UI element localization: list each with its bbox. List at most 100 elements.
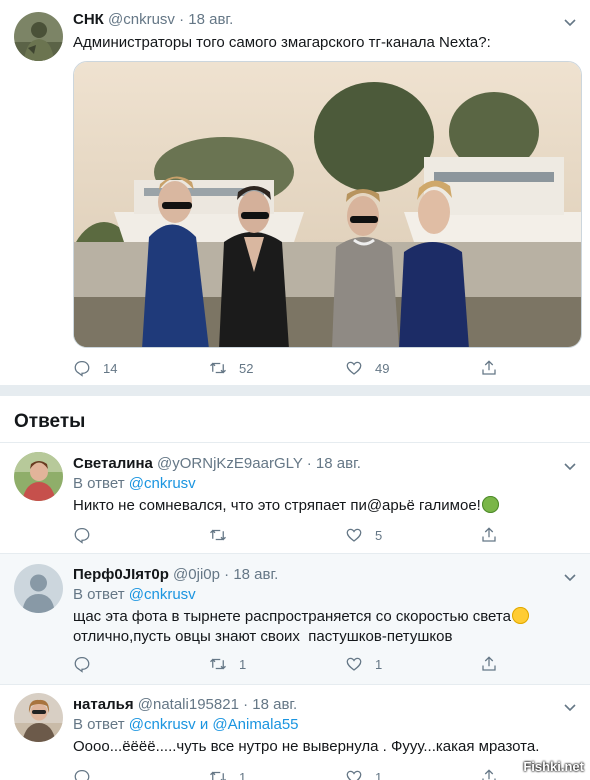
reply-button[interactable] [73,525,91,545]
chevron-down-icon[interactable] [562,699,578,715]
heart-icon [346,770,362,780]
share-button[interactable] [480,654,498,674]
tweet-actions: 1 1 [73,767,503,780]
retweet-icon [210,771,226,780]
like-button[interactable]: 1 [345,654,382,674]
chevron-down-icon[interactable] [562,458,578,474]
retweet-button[interactable] [209,525,227,545]
reply-tweet[interactable]: Светалина @yORNjKzE9aarGLY · 18 авг. В о… [0,443,590,553]
tweet-header: наталья @natali195821 · 18 авг. [73,696,297,713]
tweet-text: Администраторы того самого змагарского т… [73,34,491,51]
author-handle[interactable]: @cnkrusv [108,11,175,28]
reply-icon [74,656,90,673]
reply-icon [74,360,90,377]
author-name[interactable]: Перф0JIят0р [73,566,169,583]
share-button[interactable] [480,525,498,545]
separator-dot: · [243,696,249,713]
tweet-header: Перф0JIят0р @0ji0p · 18 авг. [73,566,278,583]
reply-prefix: В ответ [73,716,125,733]
heart-icon [346,528,362,542]
retweet-button[interactable]: 1 [209,767,246,780]
author-handle[interactable]: @natali195821 [138,696,239,713]
tweet-text-line: щас эта фота в тырнете распространяется … [73,608,511,625]
author-handle[interactable]: @0ji0p [173,566,220,583]
tweet-date[interactable]: 18 авг. [188,11,233,28]
separator-dot: · [306,455,312,472]
retweet-icon [210,362,226,374]
nauseated-face-emoji-icon [481,496,499,513]
mention-link[interactable]: @cnkrusv [129,475,196,492]
reply-tweet[interactable]: Перф0JIят0р @0ji0p · 18 авг. В ответ @cn… [0,554,590,684]
reply-context: В ответ @cnkrusv [73,586,196,603]
like-button[interactable]: 5 [345,525,382,545]
reply-button[interactable]: 14 [73,358,117,378]
avatar[interactable] [14,452,63,501]
like-button[interactable]: 1 [345,767,382,780]
watermark: Fishki.net [523,759,584,774]
tweet-date[interactable]: 18 авг. [252,696,297,713]
retweet-icon [210,658,226,670]
mention-link[interactable]: @cnkrusv [129,716,196,733]
tweet-text: щас эта фота в тырнете распространяется … [73,607,529,647]
reply-and: и [199,716,209,733]
retweet-count: 52 [239,360,254,376]
grinning-face-emoji-icon [511,607,529,624]
reply-icon [74,527,90,544]
share-button[interactable] [480,767,498,780]
tweet-actions: 1 1 [73,654,503,674]
heart-icon [346,657,362,671]
tweet-actions: 14 52 49 [73,358,503,378]
main-tweet[interactable]: СНК @cnkrusv · 18 авг. Администраторы то… [0,0,590,385]
share-icon [482,527,496,542]
reply-count: 14 [103,360,118,376]
like-button[interactable]: 49 [345,358,389,378]
answers-heading: Ответы [14,411,86,432]
like-count: 5 [375,527,383,543]
retweet-button[interactable]: 1 [209,654,246,674]
tweet-actions: 5 [73,525,503,545]
tweet-text-line: Никто не сомневался, что это стряпает пи… [73,497,481,514]
tweet-header: СНК @cnkrusv · 18 авг. [73,11,233,28]
reply-context: В ответ @cnkrusv [73,475,196,492]
author-name[interactable]: наталья [73,696,134,713]
tweet-header: Светалина @yORNjKzE9aarGLY · 18 авг. [73,455,361,472]
separator-dot: · [179,11,185,28]
mention-link[interactable]: @cnkrusv [129,586,196,603]
tweet-date[interactable]: 18 авг. [316,455,361,472]
author-handle[interactable]: @yORNjKzE9aarGLY [157,455,303,472]
like-count: 1 [375,656,383,672]
mention-link[interactable]: @Animala55 [212,716,298,733]
share-icon [482,656,496,671]
reply-button[interactable] [73,767,91,780]
author-name[interactable]: Светалина [73,455,153,472]
reply-prefix: В ответ [73,586,125,603]
tweet-text: Оооо...ёёёё.....чуть все нутро не выверн… [73,738,540,755]
chevron-down-icon[interactable] [562,569,578,585]
like-count: 1 [375,769,383,780]
like-count: 49 [375,360,390,376]
tweet-text-line: отлично,пусть овцы знают своих пастушков… [73,628,453,645]
reply-context: В ответ @cnkrusv и @Animala55 [73,716,299,733]
reply-prefix: В ответ [73,475,125,492]
retweet-icon [210,529,226,541]
retweet-count: 1 [239,769,247,780]
avatar[interactable] [14,693,63,742]
avatar[interactable] [14,12,63,61]
tweet-text: Никто не сомневался, что это стряпает пи… [73,496,499,516]
reply-icon [74,769,90,780]
retweet-button[interactable]: 52 [209,358,253,378]
separator-dot: · [224,566,230,583]
author-name[interactable]: СНК [73,11,104,28]
tweet-photo[interactable] [73,61,582,348]
retweet-count: 1 [239,656,247,672]
reply-button[interactable] [73,654,91,674]
share-icon [482,769,496,780]
avatar[interactable] [14,564,63,613]
tweet-date[interactable]: 18 авг. [233,566,278,583]
share-icon [482,360,496,375]
reply-tweet[interactable]: наталья @natali195821 · 18 авг. В ответ … [0,685,590,780]
share-button[interactable] [480,358,498,378]
chevron-down-icon[interactable] [562,14,578,30]
heart-icon [346,361,362,375]
section-divider [0,385,590,396]
